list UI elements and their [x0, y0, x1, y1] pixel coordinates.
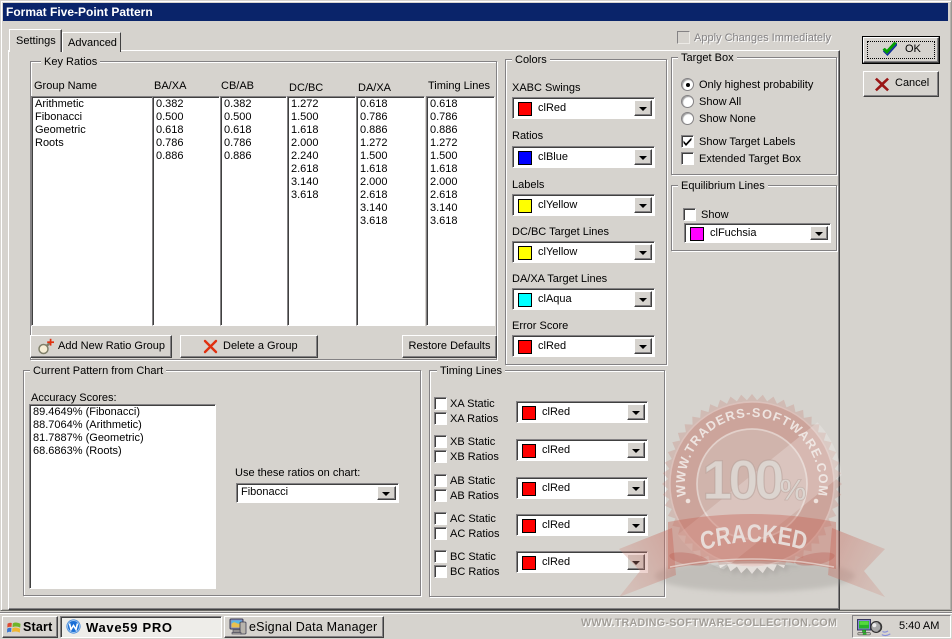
svg-text:100: 100: [702, 448, 783, 511]
svg-text:%: %: [780, 474, 807, 507]
